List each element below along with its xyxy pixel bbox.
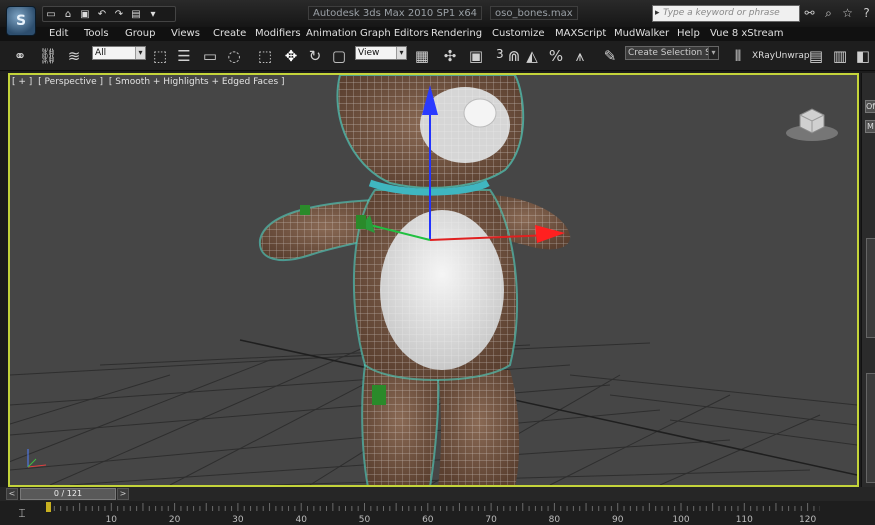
mirror-icon[interactable]: ⫴ — [728, 46, 748, 66]
snap-3d-label[interactable]: 3 — [496, 47, 504, 61]
unlink-icon[interactable]: ⛓ — [38, 46, 58, 66]
current-frame-marker[interactable] — [46, 502, 51, 512]
window-crossing-icon[interactable]: ◌ — [224, 46, 244, 66]
track-tick-label: 30 — [232, 515, 244, 525]
menu-animation[interactable]: Animation — [306, 27, 357, 41]
file-name: oso_bones.max — [490, 6, 578, 20]
selection-filter-dropdown[interactable]: All — [92, 46, 146, 60]
menu-graph-editors[interactable]: Graph Editors — [360, 27, 429, 41]
menu-create[interactable]: Create — [213, 27, 246, 41]
track-tick-label: 40 — [295, 515, 307, 525]
track-tick-label: 110 — [736, 515, 753, 525]
menu-customize[interactable]: Customize — [492, 27, 545, 41]
project-folder-icon[interactable]: ▤ — [128, 7, 144, 21]
menu-modifiers[interactable]: Modifiers — [255, 27, 301, 41]
track-tick-label: 10 — [106, 515, 118, 525]
track-bar[interactable]: ⌶ 10 20 30 40 50 60 70 80 90 100 110 120 — [0, 501, 875, 525]
undo-icon[interactable]: ↶ — [94, 7, 110, 21]
viewport-menu-plus[interactable]: [ + ] — [12, 77, 32, 87]
time-slider-next-button[interactable]: > — [117, 488, 129, 500]
open-icon[interactable]: ⌂ — [60, 7, 76, 21]
perspective-viewport[interactable]: [ + ] [ Perspective ] [ Smooth + Highlig… — [8, 73, 859, 487]
track-ruler[interactable]: 10 20 30 40 50 60 70 80 90 100 110 120 — [40, 501, 820, 525]
viewport-shading-menu[interactable]: [ Smooth + Highlights + Edged Faces ] — [109, 77, 285, 87]
new-icon[interactable]: ▭ — [43, 7, 59, 21]
teddy-bear-mesh[interactable] — [258, 75, 571, 485]
viewport-pov-menu[interactable]: [ Perspective ] — [38, 77, 103, 87]
dropdown-icon[interactable]: ▾ — [145, 7, 161, 21]
binoculars-icon[interactable]: ⚯ — [802, 4, 817, 22]
snap-toggle-icon[interactable]: ⋒ — [504, 46, 524, 66]
reference-coordinate-dropdown[interactable]: View — [355, 46, 407, 60]
percent-snap-icon[interactable]: % — [546, 46, 566, 66]
menu-rendering[interactable]: Rendering — [431, 27, 482, 41]
viewport-label[interactable]: [ + ] [ Perspective ] [ Smooth + Highlig… — [12, 77, 288, 87]
main-toolbar: ⚭ ⛓ ≋ All ⬚ ☰ ▭ ◌ ⬚ ✥ ↻ ▢ View ▦ ✣ ▣ 3 ⋒… — [0, 41, 875, 71]
angle-snap-icon[interactable]: ◭ — [522, 46, 542, 66]
axis-tripod — [27, 449, 47, 468]
search-icon[interactable]: ⌕ — [821, 4, 836, 22]
command-panel-tab-of[interactable]: Of — [865, 100, 875, 113]
window-title: Autodesk 3ds Max 2010 SP1 x64 oso_bones.… — [308, 6, 578, 20]
select-object-icon[interactable]: ⬚ — [150, 46, 170, 66]
redo-icon[interactable]: ↷ — [111, 7, 127, 21]
title-bar: S ▭ ⌂ ▣ ↶ ↷ ▤ ▾ Autodesk 3ds Max 2010 SP… — [0, 0, 875, 36]
help-icon[interactable]: ? — [859, 4, 874, 22]
rotate-icon[interactable]: ↻ — [305, 46, 325, 66]
viewcube[interactable] — [786, 108, 838, 141]
time-slider[interactable]: < 0 / 121 > — [0, 487, 875, 501]
align-icon[interactable]: ▥ — [830, 46, 850, 66]
time-slider-thumb[interactable]: 0 / 121 — [20, 488, 116, 500]
mini-curve-editor-icon[interactable]: ⌶ — [13, 506, 31, 520]
layer-manager-icon[interactable]: ▤ — [806, 46, 826, 66]
command-panel-tab-m[interactable]: M — [865, 120, 875, 133]
edit-named-selection-icon[interactable]: ✎ — [600, 46, 620, 66]
select-and-link-icon[interactable]: ⚭ — [10, 46, 30, 66]
move-icon[interactable]: ✥ — [281, 46, 301, 66]
manipulate-icon[interactable]: ✣ — [440, 46, 460, 66]
menu-mudwalker[interactable]: MudWalker — [614, 27, 669, 41]
time-slider-prev-button[interactable]: < — [6, 488, 18, 500]
xray-unwrap-button[interactable]: XRayUnwrap — [752, 51, 810, 61]
viewport-scene — [10, 75, 857, 485]
menu-help[interactable]: Help — [677, 27, 700, 41]
spinner-snap-icon[interactable]: ⩚ — [570, 46, 590, 66]
pivot-center-icon[interactable]: ▦ — [412, 46, 432, 66]
track-tick-label: 50 — [359, 515, 371, 525]
track-tick-label: 60 — [422, 515, 434, 525]
rectangle-selection-icon[interactable]: ▭ — [200, 46, 220, 66]
track-tick-label: 80 — [549, 515, 561, 525]
save-icon[interactable]: ▣ — [77, 7, 93, 21]
menu-bar: Edit Tools Group Views Create Modifiers … — [0, 27, 875, 41]
track-tick-label: 100 — [672, 515, 689, 525]
quick-access-toolbar: ▭ ⌂ ▣ ↶ ↷ ▤ ▾ — [42, 6, 176, 22]
menu-edit[interactable]: Edit — [49, 27, 68, 41]
scale-icon[interactable]: ▢ — [329, 46, 349, 66]
track-tick-label: 20 — [169, 515, 181, 525]
menu-group[interactable]: Group — [125, 27, 155, 41]
command-panel: Of M — [861, 73, 875, 487]
menu-maxscript[interactable]: MAXScript — [555, 27, 606, 41]
track-tick-label: 70 — [485, 515, 497, 525]
application-button[interactable]: S — [6, 6, 36, 36]
named-selection-dropdown[interactable]: Create Selection Se — [625, 46, 719, 60]
menu-vue-xstream[interactable]: Vue 8 xStream — [710, 27, 783, 41]
track-tick-label: 90 — [612, 515, 624, 525]
keyboard-shortcut-override-icon[interactable]: ▣ — [466, 46, 486, 66]
command-panel-scrollbar[interactable] — [866, 373, 875, 483]
select-by-name-icon[interactable]: ☰ — [174, 46, 194, 66]
infocenter-search-input[interactable]: Type a keyword or phrase — [652, 5, 800, 22]
track-tick-label: 120 — [799, 515, 816, 525]
select-and-move-icon[interactable]: ⬚ — [255, 46, 275, 66]
menu-tools[interactable]: Tools — [84, 27, 109, 41]
menu-views[interactable]: Views — [171, 27, 200, 41]
star-icon[interactable]: ☆ — [840, 4, 855, 22]
curve-editor-icon[interactable]: ◧ — [853, 46, 873, 66]
bind-space-warp-icon[interactable]: ≋ — [64, 46, 84, 66]
command-panel-rollout[interactable] — [866, 238, 875, 338]
app-title: Autodesk 3ds Max 2010 SP1 x64 — [308, 6, 483, 20]
